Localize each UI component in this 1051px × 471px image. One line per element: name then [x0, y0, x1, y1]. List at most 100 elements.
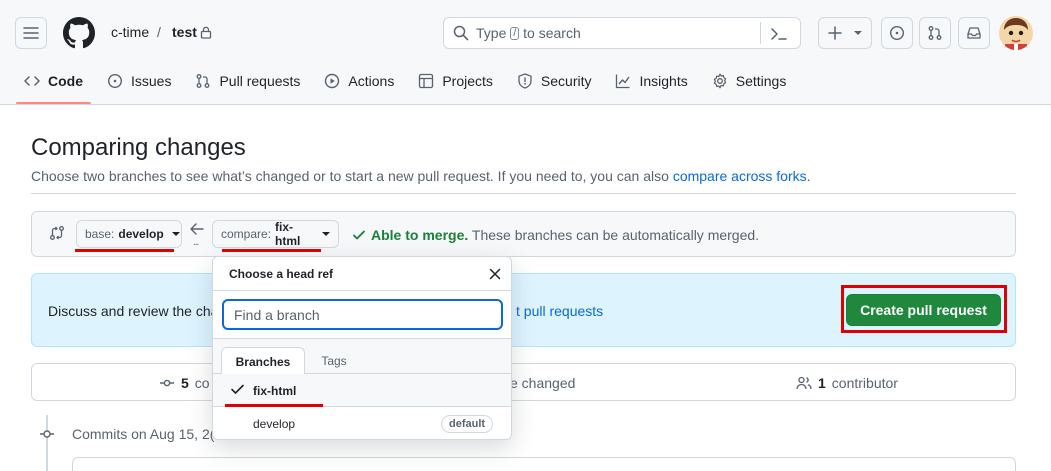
banner-text: Discuss and review the cha: [48, 303, 219, 319]
merge-status-detail: These branches can be automatically merg…: [471, 227, 760, 243]
gear-icon: [713, 73, 726, 89]
contributors-count: 1: [818, 375, 826, 391]
issue-opened-icon: [889, 25, 905, 41]
tab-code[interactable]: Code: [16, 62, 91, 104]
notifications-button[interactable]: [958, 17, 990, 49]
graph-icon: [616, 74, 631, 89]
dropdown-title: Choose a head ref: [229, 267, 334, 281]
tab-actions[interactable]: Actions: [316, 62, 402, 100]
avatar-image-icon: [999, 16, 1033, 50]
commit-list-box: [72, 457, 1016, 471]
branch-item-label: develop: [253, 417, 296, 431]
pull-requests-button[interactable]: [919, 17, 951, 49]
range-dots: ...: [193, 237, 199, 248]
close-icon[interactable]: [489, 268, 501, 280]
tab-settings-label: Settings: [735, 73, 787, 89]
create-pull-request-button[interactable]: Create pull request: [846, 294, 1001, 326]
search-shortcut-key: /: [510, 26, 520, 40]
search-divider: [760, 22, 761, 44]
issue-opened-icon: [107, 73, 123, 89]
path-separator: /: [157, 24, 161, 40]
search-placeholder-suffix: to search: [523, 25, 581, 41]
chevron-down-icon: [854, 31, 862, 35]
tab-insights[interactable]: Insights: [607, 62, 695, 100]
github-logo-icon[interactable]: [63, 17, 95, 49]
merge-status-title: Able to merge.: [371, 227, 469, 243]
page-subtitle-text: Choose two branches to see what’s change…: [31, 168, 669, 184]
dropdown-header: Choose a head ref: [213, 257, 511, 291]
base-branch-select[interactable]: base: develop: [76, 220, 182, 248]
tab-actions-label: Actions: [348, 73, 395, 89]
create-new-button[interactable]: [818, 17, 872, 49]
app-header: c-time / test Type / to search Code Issu…: [0, 0, 1051, 105]
commits-stat[interactable]: 5 co: [159, 375, 210, 391]
issues-button[interactable]: [881, 17, 913, 49]
tab-issues-label: Issues: [131, 73, 172, 89]
hamburger-icon: [23, 27, 39, 39]
lock-icon: [200, 26, 212, 39]
menu-button[interactable]: [15, 17, 47, 49]
files-changed-stat[interactable]: e changed: [510, 375, 575, 391]
commits-count: 5: [181, 375, 189, 391]
base-branch-name: develop: [118, 227, 164, 241]
tab-insights-label: Insights: [639, 73, 688, 89]
play-icon: [325, 73, 340, 89]
repo-name-link[interactable]: test: [172, 24, 197, 40]
search-icon: [453, 25, 469, 41]
dropdown-filter: [213, 291, 511, 339]
annotation-underline-fix-html: [225, 404, 323, 407]
code-icon: [24, 76, 40, 86]
tab-pull-requests[interactable]: Pull requests: [187, 62, 308, 100]
user-avatar[interactable]: [999, 16, 1033, 50]
tab-settings[interactable]: Settings: [704, 62, 795, 100]
repo-owner-link[interactable]: c-time: [111, 24, 149, 40]
git-commit-icon: [40, 430, 54, 438]
inbox-icon: [967, 27, 981, 39]
compare-across-forks-link[interactable]: compare across forks: [673, 168, 807, 184]
compare-branch-name: fix-html: [275, 220, 301, 248]
create-pr-banner: Discuss and review the cha t pull reques…: [31, 273, 1016, 347]
caret-down-icon: [171, 232, 180, 236]
branch-item-label: fix-html: [253, 384, 297, 398]
branch-filter-input[interactable]: [222, 299, 503, 330]
commits-label: co: [194, 375, 210, 391]
contributors-label: contributor: [831, 375, 898, 391]
search-input[interactable]: Type / to search: [443, 17, 801, 49]
dropdown-tabs: Branches Tags: [213, 339, 511, 375]
git-pull-request-icon: [928, 26, 942, 40]
tab-tags[interactable]: Tags: [313, 347, 355, 375]
tab-pull-requests-label: Pull requests: [219, 73, 301, 89]
base-label: base:: [85, 227, 115, 241]
annotation-underline-base: [75, 249, 174, 252]
title-divider: [31, 193, 1016, 194]
search-placeholder: Type / to search: [476, 25, 581, 41]
commit-timeline: [46, 415, 48, 471]
arrow-left-icon: [190, 223, 204, 235]
tab-security-label: Security: [540, 73, 592, 89]
page-subtitle: Choose two branches to see what’s change…: [31, 168, 811, 184]
check-icon: [231, 384, 244, 394]
repo-nav: Code Issues Pull requests Actions Projec…: [16, 62, 802, 104]
page-subtitle-end: .: [806, 168, 811, 184]
branch-item-fix-html[interactable]: fix-html: [213, 374, 511, 407]
merge-status: Able to merge. These branches can be aut…: [371, 227, 759, 243]
search-placeholder-prefix: Type: [476, 25, 507, 41]
compare-branch-select[interactable]: compare: fix-html: [212, 220, 339, 248]
tab-code-label: Code: [48, 73, 83, 89]
tab-issues[interactable]: Issues: [99, 62, 179, 100]
command-palette-icon[interactable]: [770, 26, 788, 42]
contributors-stat[interactable]: 1 contributor: [796, 375, 898, 391]
check-icon: [353, 230, 365, 240]
tab-branches[interactable]: Branches: [221, 347, 305, 375]
git-compare-icon: [50, 226, 64, 240]
default-badge: default: [441, 415, 494, 433]
git-commit-icon: [160, 379, 174, 387]
tab-security[interactable]: Security: [509, 62, 600, 100]
compare-label: compare:: [221, 227, 272, 241]
branch-item-develop[interactable]: develop default: [213, 407, 511, 439]
banner-pull-requests-link[interactable]: t pull requests: [516, 303, 603, 319]
commits-date-heading: Commits on Aug 15, 2(: [72, 426, 215, 442]
tab-projects[interactable]: Projects: [410, 62, 501, 100]
shield-icon: [518, 73, 532, 89]
annotation-underline-compare: [222, 249, 321, 252]
